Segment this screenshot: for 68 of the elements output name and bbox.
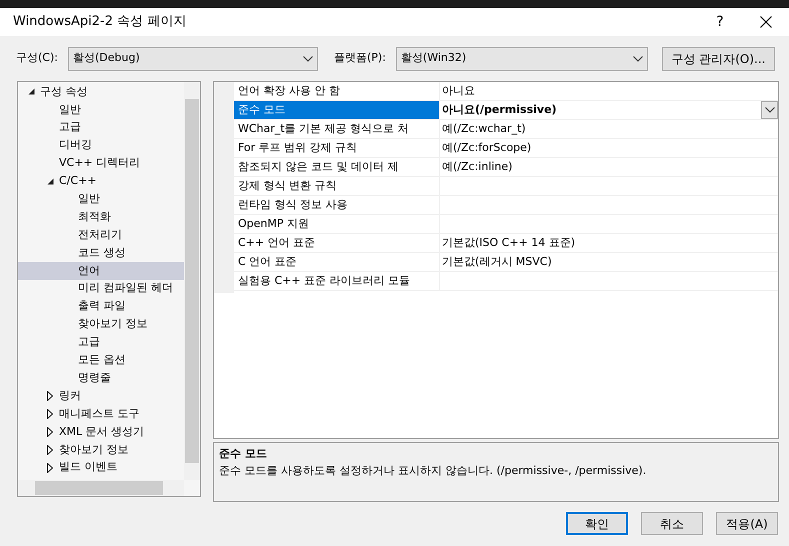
property-name[interactable]: 실험용 C++ 표준 라이브러리 모듈 (234, 272, 440, 290)
tree-item[interactable]: 빌드 이벤트 (18, 458, 184, 477)
tree-item[interactable]: 일반 (18, 100, 184, 119)
dialog-button[interactable]: 확인 (566, 512, 628, 535)
expanded-triangle-icon[interactable] (28, 88, 35, 96)
property-name[interactable]: 강제 형식 변환 규칙 (234, 177, 440, 195)
description-text: 준수 모드를 사용하도록 설정하거나 표시하지 않습니다. (/permissive-, /permissive). (219, 462, 648, 478)
description-title: 준수 모드 (219, 446, 268, 462)
tree-item[interactable]: 디버깅 (18, 136, 184, 155)
field-label: 구성(C): (16, 50, 58, 66)
property-name[interactable]: 언어 확장 사용 안 함 (234, 82, 440, 100)
property-name[interactable]: 참조되지 않은 코드 및 데이터 제 (234, 158, 440, 176)
property-name[interactable]: C 언어 표준 (234, 253, 440, 271)
dialog-button[interactable]: 적용(A) (716, 512, 778, 535)
tree-item[interactable]: 미리 컴파일된 헤더 (18, 280, 184, 298)
tree-item[interactable]: 출력 파일 (18, 298, 184, 316)
platform-dropdown[interactable]: 활성(Win32) (396, 46, 648, 70)
property-value: 예(/Zc:inline) (442, 158, 512, 175)
tree-item[interactable]: 구성 속성 (18, 83, 184, 101)
dropdown-button[interactable] (761, 101, 778, 119)
property-value: 아니요(/permissive) (442, 102, 557, 118)
tree-item[interactable]: 고급 (18, 118, 184, 137)
property-value: 기본값(레거시 MSVC) (442, 254, 552, 270)
tree-item[interactable]: 코드 생성 (18, 244, 184, 262)
collapsed-triangle-icon[interactable] (47, 426, 53, 437)
property-value: 예(/Zc:wchar_t) (442, 120, 526, 137)
property-value: 예(/Zc:forScope) (442, 140, 532, 156)
dialog-button[interactable]: 취소 (641, 512, 703, 535)
tree-item[interactable]: 전처리기 (18, 226, 184, 244)
property-name[interactable]: 런타임 형식 정보 사용 (234, 196, 440, 214)
property-name[interactable]: For 루프 범위 강제 규칙 (234, 139, 440, 157)
tree-item[interactable]: 명령줄 (18, 369, 184, 388)
chevron-down-icon (764, 107, 774, 113)
tree-item[interactable]: VC++ 디렉터리 (18, 154, 184, 172)
tree-item[interactable]: 일반 (18, 190, 184, 208)
tree-item[interactable]: 찾아보기 정보 (18, 316, 184, 334)
tree-item[interactable]: XML 문서 생성기 (18, 422, 184, 441)
tree-item[interactable]: 모든 옵션 (18, 351, 184, 370)
help-button[interactable]: ? (697, 8, 743, 36)
property-name[interactable]: C++ 언어 표준 (234, 234, 440, 252)
chevron-down-icon (302, 56, 313, 62)
configuration-manager-button[interactable]: 구성 관리자(O)... (662, 46, 775, 70)
horizontal-scrollbar[interactable] (18, 480, 184, 496)
property-name[interactable]: WChar_t를 기본 제공 형식으로 처 (234, 120, 440, 138)
tree-item[interactable]: 링커 (18, 387, 184, 406)
tree-item[interactable]: 고급 (18, 333, 184, 352)
tree-item[interactable]: 매니페스트 도구 (18, 405, 184, 423)
property-value: 기본값(ISO C++ 14 표준) (442, 234, 576, 251)
chevron-down-icon (632, 56, 643, 62)
tree-item[interactable]: 찾아보기 정보 (18, 440, 184, 459)
window-title: WindowsApi2-2 속성 페이지 (13, 13, 188, 32)
collapsed-triangle-icon[interactable] (47, 444, 53, 455)
scrollbar-thumb[interactable] (35, 481, 163, 495)
tree-item[interactable]: 언어 (18, 262, 184, 280)
property-name[interactable]: 준수 모드 (234, 101, 440, 119)
property-name[interactable]: OpenMP 지원 (234, 215, 440, 233)
collapsed-triangle-icon[interactable] (47, 391, 53, 402)
tree-item[interactable]: 최적화 (18, 208, 184, 226)
collapsed-triangle-icon[interactable] (47, 462, 53, 473)
vertical-scrollbar[interactable] (184, 82, 200, 480)
expanded-triangle-icon[interactable] (47, 178, 54, 185)
scrollbar-thumb[interactable] (185, 99, 199, 463)
configuration-dropdown[interactable]: 활성(Debug) (68, 46, 318, 70)
tree-item[interactable]: C/C++ (18, 172, 184, 190)
collapsed-triangle-icon[interactable] (47, 408, 53, 419)
field-label: 플랫폼(P): (334, 50, 386, 66)
property-value: 아니요 (442, 82, 475, 99)
close-icon (760, 16, 772, 28)
